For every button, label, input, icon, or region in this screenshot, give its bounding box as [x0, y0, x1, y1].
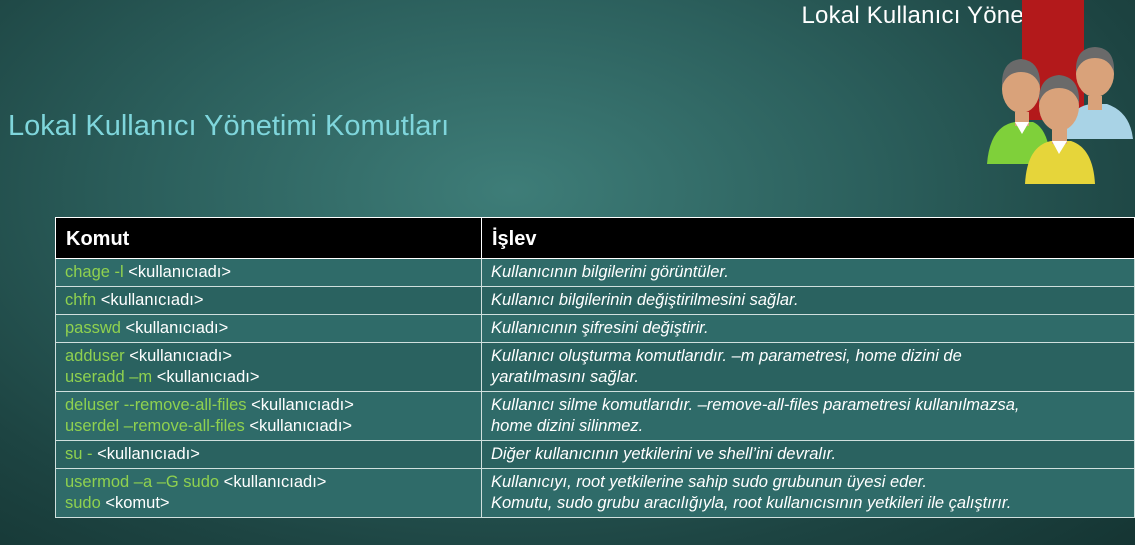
- function-line: home dizini silinmez.: [491, 417, 644, 435]
- table-row: passwd <kullanıcıadı> Kullanıcının şifre…: [55, 314, 1135, 343]
- command-name: deluser --remove-all-files: [65, 396, 247, 414]
- table-header-row: Komut İşlev: [55, 217, 1135, 259]
- function-line: yaratılmasını sağlar.: [491, 368, 639, 386]
- command-name: adduser: [65, 347, 125, 365]
- function-line: Kullanıcı bilgilerinin değiştirilmesini …: [491, 291, 799, 309]
- command-arg: <kullanıcıadı>: [123, 263, 232, 281]
- function-cell: Kullanıcının şifresini değiştirir.: [481, 314, 1135, 343]
- table-row: su - <kullanıcıadı> Diğer kullanıcının y…: [55, 440, 1135, 469]
- command-line: passwd <kullanıcıadı>: [65, 318, 472, 339]
- commands-table: Komut İşlev chage -l <kullanıcıadı> Kull…: [55, 217, 1135, 518]
- command-name: passwd: [65, 319, 121, 337]
- function-line: Kullanıcının şifresini değiştirir.: [491, 319, 709, 337]
- command-line: userdel –remove-all-files <kullanıcıadı>: [65, 416, 472, 437]
- command-arg: <kullanıcıadı>: [96, 291, 204, 309]
- command-name: sudo: [65, 494, 101, 512]
- function-cell: Kullanıcının bilgilerini görüntüler.: [481, 258, 1135, 287]
- function-line: Kullanıcının bilgilerini görüntüler.: [491, 263, 729, 281]
- command-cell: su - <kullanıcıadı>: [55, 440, 482, 469]
- command-line: su - <kullanıcıadı>: [65, 444, 472, 465]
- command-line: adduser <kullanıcıadı>: [65, 346, 472, 367]
- function-cell: Diğer kullanıcının yetkilerini ve shell’…: [481, 440, 1135, 469]
- command-name: useradd –m: [65, 368, 153, 386]
- function-cell: Kullanıcıyı, root yetkilerine sahip sudo…: [481, 468, 1135, 518]
- command-line: usermod –a –G sudo <kullanıcıadı>: [65, 472, 472, 493]
- command-line: deluser --remove-all-files <kullanıcıadı…: [65, 395, 472, 416]
- table-row: adduser <kullanıcıadı> useradd –m <kulla…: [55, 342, 1135, 392]
- table-row: deluser --remove-all-files <kullanıcıadı…: [55, 391, 1135, 441]
- command-cell: adduser <kullanıcıadı> useradd –m <kulla…: [55, 342, 482, 392]
- command-arg: <kullanıcıadı>: [92, 445, 200, 463]
- table-row: chage -l <kullanıcıadı> Kullanıcının bil…: [55, 258, 1135, 287]
- command-name: chfn: [65, 291, 97, 309]
- command-arg: <komut>: [100, 494, 170, 512]
- command-cell: chfn <kullanıcıadı>: [55, 286, 482, 315]
- command-name: su -: [65, 445, 93, 463]
- command-cell: usermod –a –G sudo <kullanıcıadı> sudo <…: [55, 468, 482, 518]
- function-cell: Kullanıcı oluşturma komutlarıdır. –m par…: [481, 342, 1135, 392]
- function-line: Kullanıcı silme komutlarıdır. –remove-al…: [491, 396, 1020, 414]
- command-cell: chage -l <kullanıcıadı>: [55, 258, 482, 287]
- command-line: useradd –m <kullanıcıadı>: [65, 367, 472, 388]
- table-row: chfn <kullanıcıadı> Kullanıcı bilgilerin…: [55, 286, 1135, 315]
- command-name: chage -l: [65, 263, 124, 281]
- function-cell: Kullanıcı silme komutlarıdır. –remove-al…: [481, 391, 1135, 441]
- function-line: Kullanıcıyı, root yetkilerine sahip sudo…: [491, 473, 927, 491]
- command-line: chage -l <kullanıcıadı>: [65, 262, 472, 283]
- command-arg: <kullanıcıadı>: [152, 368, 260, 386]
- command-name: userdel –remove-all-files: [65, 417, 245, 435]
- command-arg: <kullanıcıadı>: [246, 396, 354, 414]
- command-line: sudo <komut>: [65, 493, 472, 514]
- column-header-command: Komut: [55, 217, 482, 259]
- function-line: Komutu, sudo grubu aracılığıyla, root ku…: [491, 494, 1012, 512]
- command-line: chfn <kullanıcıadı>: [65, 290, 472, 311]
- slide-title: Lokal Kullanıcı Yönetimi Komutları: [8, 110, 450, 142]
- function-line: Diğer kullanıcının yetkilerini ve shell’…: [491, 445, 837, 463]
- function-cell: Kullanıcı bilgilerinin değiştirilmesini …: [481, 286, 1135, 315]
- command-arg: <kullanıcıadı>: [120, 319, 229, 337]
- command-cell: deluser --remove-all-files <kullanıcıadı…: [55, 391, 482, 441]
- command-cell: passwd <kullanıcıadı>: [55, 314, 482, 343]
- users-group-icon: [987, 47, 1133, 184]
- column-header-function: İşlev: [481, 217, 1135, 259]
- table-row: usermod –a –G sudo <kullanıcıadı> sudo <…: [55, 468, 1135, 518]
- command-arg: <kullanıcıadı>: [244, 417, 353, 435]
- command-name: usermod –a –G sudo: [65, 473, 220, 491]
- function-line: Kullanıcı oluşturma komutlarıdır. –m par…: [491, 347, 962, 365]
- command-arg: <kullanıcıadı>: [124, 347, 232, 365]
- command-arg: <kullanıcıadı>: [219, 473, 327, 491]
